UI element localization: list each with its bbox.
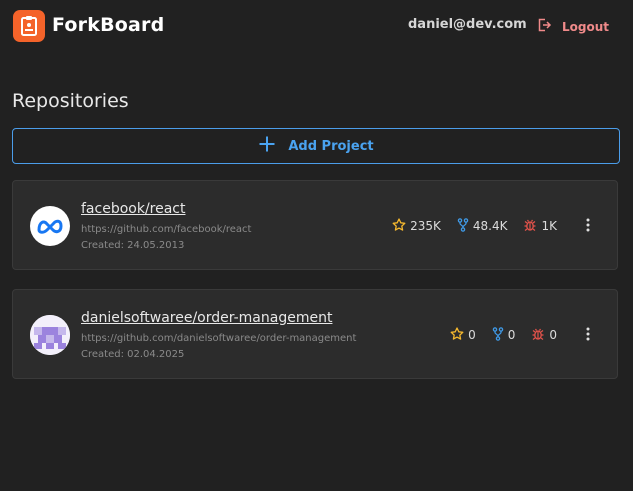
app-root: ForkBoard daniel@dev.com Logout Reposito… [0, 0, 633, 491]
repo-url: https://github.com/facebook/react [81, 224, 252, 235]
forks-stat: 48.4K [457, 217, 508, 235]
stars-stat: 235K [392, 217, 441, 235]
vertical-dots-icon [586, 217, 590, 236]
logout-button[interactable]: Logout [536, 16, 609, 38]
issues-stat: 1K [523, 218, 557, 235]
plus-icon [258, 135, 276, 157]
forks-count: 48.4K [472, 219, 508, 233]
bug-icon [523, 218, 537, 235]
identicon-icon [30, 315, 70, 355]
issues-count: 1K [541, 219, 557, 233]
page-title: Repositories [12, 90, 129, 112]
repo-created-date: Created: 02.04.2025 [81, 349, 185, 360]
star-icon [392, 217, 406, 235]
stars-stat: 0 [450, 326, 476, 344]
forks-stat: 0 [492, 326, 516, 344]
logo-icon[interactable] [13, 10, 45, 42]
logout-label: Logout [562, 20, 610, 34]
repo-name-link[interactable]: facebook/react [81, 201, 186, 217]
repo-stats: 0 0 0 [450, 326, 557, 344]
add-project-label: Add Project [288, 138, 374, 154]
repo-stats: 235K 48.4K 1K [392, 217, 557, 235]
repo-created-date: Created: 24.05.2013 [81, 240, 185, 251]
issues-stat: 0 [531, 327, 557, 344]
stars-count: 0 [468, 328, 476, 342]
stars-count: 235K [410, 219, 441, 233]
bug-icon [531, 327, 545, 344]
vertical-dots-icon [586, 326, 590, 345]
repo-url: https://github.com/danielsoftwaree/order… [81, 333, 357, 344]
top-header: ForkBoard daniel@dev.com Logout [0, 0, 633, 52]
repo-card: danielsoftwaree/order-management https:/… [12, 289, 618, 379]
more-options-button[interactable] [581, 217, 595, 235]
brand-name[interactable]: ForkBoard [52, 14, 164, 36]
repo-card: facebook/react https://github.com/facebo… [12, 180, 618, 270]
user-email: daniel@dev.com [408, 17, 527, 32]
more-options-button[interactable] [581, 326, 595, 344]
repo-name-link[interactable]: danielsoftwaree/order-management [81, 310, 332, 326]
issues-count: 0 [549, 328, 557, 342]
forks-count: 0 [507, 328, 516, 342]
add-project-button[interactable]: Add Project [12, 128, 620, 164]
star-icon [450, 326, 464, 344]
meta-logo-icon [30, 206, 70, 246]
fork-icon [492, 326, 504, 344]
fork-icon [457, 217, 469, 235]
logout-icon [536, 17, 552, 37]
